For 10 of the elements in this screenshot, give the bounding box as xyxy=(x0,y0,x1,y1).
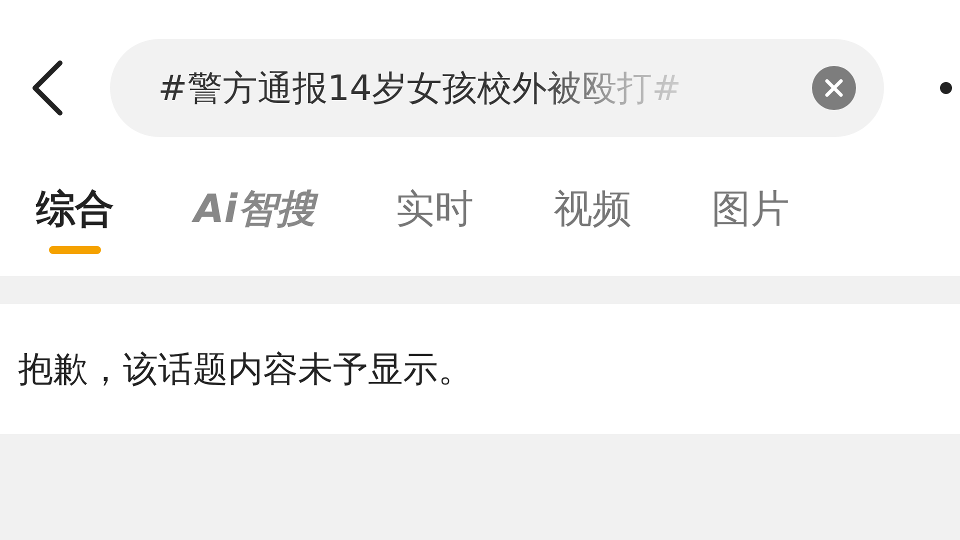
tab[interactable]: 图片 xyxy=(712,166,790,260)
tab[interactable]: 实时 xyxy=(396,166,474,260)
back-icon[interactable] xyxy=(30,60,64,116)
tab[interactable]: Ai智搜 xyxy=(194,166,316,260)
search-field[interactable]: #警方通报14岁女孩校外被殴打# xyxy=(110,39,884,137)
tab[interactable]: 视频 xyxy=(554,166,632,260)
tab[interactable]: 综合 xyxy=(36,166,114,260)
notice-text: 抱歉，该话题内容未予显示。 xyxy=(18,348,473,392)
clear-icon[interactable] xyxy=(812,66,856,110)
dot-icon[interactable] xyxy=(940,82,952,94)
